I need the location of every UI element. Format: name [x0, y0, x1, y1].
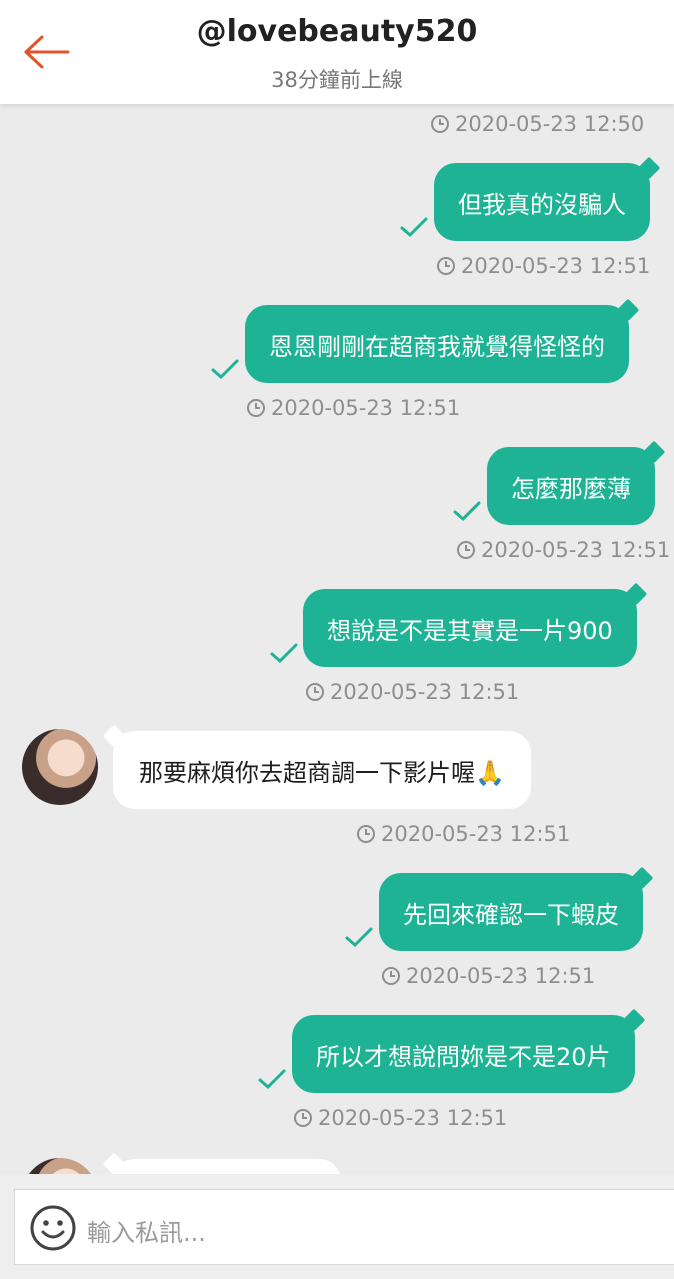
contact-avatar[interactable]: [22, 1158, 98, 1174]
clock-icon: [357, 825, 375, 843]
sent-check-icon: [453, 501, 481, 522]
message-bubble-sent[interactable]: 想說是不是其實是一片900: [303, 589, 637, 667]
sent-check-icon: [270, 643, 298, 664]
message-timestamp: 2020-05-23 12:51: [293, 1106, 507, 1130]
message-timestamp: 2020-05-23 12:51: [381, 964, 595, 988]
timestamp-text: 2020-05-23 12:50: [455, 112, 645, 136]
message-bubble-sent[interactable]: 先回來確認一下蝦皮: [379, 873, 643, 951]
message-bubble-sent[interactable]: 但我真的沒騙人: [434, 163, 650, 241]
message-bubble-sent[interactable]: 怎麼那麼薄: [487, 447, 655, 525]
sent-check-icon: [345, 927, 373, 948]
message-input[interactable]: 輸入私訊...: [14, 1189, 674, 1265]
message-bubble-received[interactable]: [113, 1159, 341, 1174]
sent-check-icon: [258, 1069, 286, 1090]
chat-header: @lovebeauty520 38分鐘前上線: [0, 0, 674, 104]
message-text: 先回來確認一下蝦皮: [403, 900, 619, 929]
message-composer: 輸入私訊...: [0, 1174, 674, 1279]
clock-icon: [294, 1109, 312, 1127]
message-text: 恩恩剛剛在超商我就覺得怪怪的: [269, 332, 605, 361]
clock-icon: [382, 967, 400, 985]
message-timestamp: 2020-05-23 12:51: [246, 396, 460, 420]
clock-icon: [247, 399, 265, 417]
timestamp-text: 2020-05-23 12:51: [271, 396, 461, 420]
message-timestamp: 2020-05-23 12:51: [456, 538, 670, 562]
message-bubble-sent[interactable]: 恩恩剛剛在超商我就覺得怪怪的: [245, 305, 629, 383]
message-text: 那要麻煩你去超商調一下影片喔🙏: [139, 758, 505, 787]
message-timestamp: 2020-05-23 12:51: [356, 822, 570, 846]
sent-check-icon: [211, 359, 239, 380]
message-bubble-sent[interactable]: 所以才想說問妳是不是20片: [292, 1015, 635, 1093]
message-timestamp: 2020-05-23 12:51: [436, 254, 650, 278]
timestamp-text: 2020-05-23 12:51: [330, 680, 520, 704]
message-text: 想說是不是其實是一片900: [327, 616, 613, 645]
timestamp-text: 2020-05-23 12:51: [461, 254, 651, 278]
message-bubble-received[interactable]: 那要麻煩你去超商調一下影片喔🙏: [113, 731, 531, 809]
timestamp-text: 2020-05-23 12:51: [406, 964, 596, 988]
sent-check-icon: [400, 217, 428, 238]
message-timestamp: 2020-05-23 12:51: [305, 680, 519, 704]
clock-icon: [431, 115, 449, 133]
timestamp-text: 2020-05-23 12:51: [481, 538, 671, 562]
message-text: 但我真的沒騙人: [458, 190, 626, 219]
message-text: 怎麼那麼薄: [511, 474, 631, 503]
message-timestamp: 2020-05-23 12:50: [430, 112, 644, 136]
message-list[interactable]: 2020-05-23 12:50 但我真的沒騙人 2020-05-23 12:5…: [0, 104, 674, 1174]
last-online-status: 38分鐘前上線: [271, 68, 403, 92]
clock-icon: [437, 257, 455, 275]
emoji-icon[interactable]: [29, 1204, 77, 1252]
contact-username[interactable]: @lovebeauty520: [0, 14, 674, 49]
clock-icon: [457, 541, 475, 559]
timestamp-text: 2020-05-23 12:51: [381, 822, 571, 846]
message-text: 所以才想說問妳是不是20片: [316, 1042, 611, 1071]
message-input-placeholder: 輸入私訊...: [87, 1219, 206, 1247]
timestamp-text: 2020-05-23 12:51: [318, 1106, 508, 1130]
clock-icon: [306, 683, 324, 701]
contact-avatar[interactable]: [22, 729, 98, 805]
